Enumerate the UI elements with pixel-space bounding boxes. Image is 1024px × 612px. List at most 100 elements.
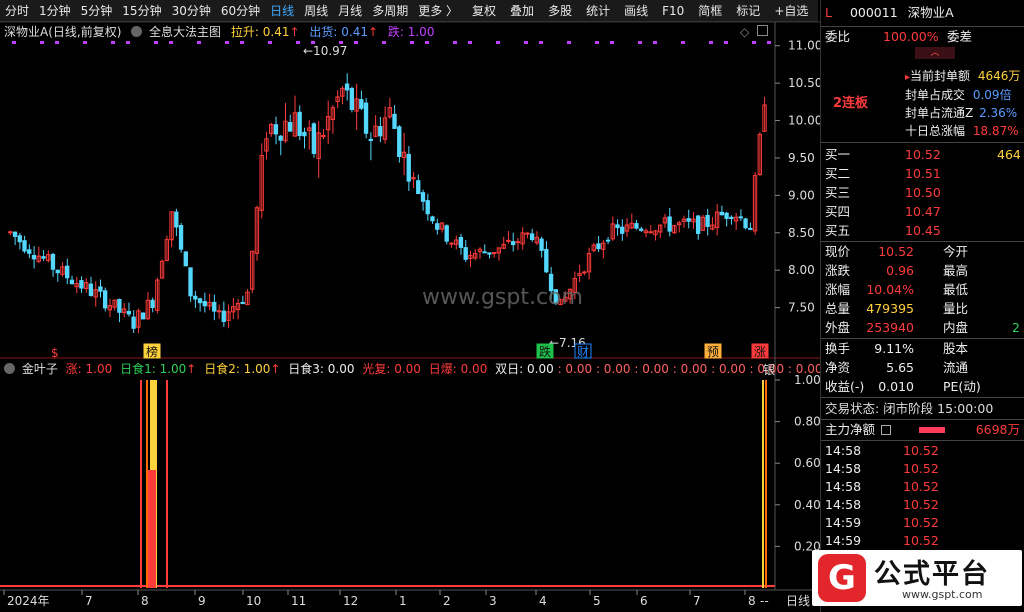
ten-day-value: 18.87% (972, 124, 1019, 138)
time-axis-label: 5 (593, 594, 601, 608)
marker-label: $ (51, 346, 59, 360)
ten-day-row: 十日总涨幅 18.87% (905, 122, 1019, 139)
candle-body (131, 316, 136, 329)
shuangri-value: 双日: 0.00 (495, 362, 554, 376)
candle-body (150, 299, 155, 308)
stat-label: 换手 (825, 341, 851, 356)
time-axis-label: 1 (399, 594, 407, 608)
quote-value: 2 (1012, 320, 1020, 335)
candle-body (297, 111, 302, 136)
buy-level-price: 10.51 (905, 166, 941, 181)
candle-body (582, 271, 587, 274)
signal-dot (767, 41, 771, 44)
signal-dot (595, 41, 599, 44)
signal-dot (496, 41, 500, 44)
signal-dot (83, 41, 87, 44)
sub-side-label: 银 (763, 363, 776, 377)
stat-label: 收益(-) (825, 379, 865, 394)
buy-level-label: 买三 (825, 185, 851, 200)
candle-body (140, 312, 146, 320)
weibi-label: 委比 (825, 29, 851, 44)
stat-label: 股本 (943, 341, 969, 356)
candle-body (510, 241, 516, 246)
signal-dot (524, 41, 528, 44)
buy-level-price: 10.52 (905, 147, 941, 162)
signal-dot (197, 41, 201, 44)
buy-level-row: 买四 10.47 (825, 203, 1020, 221)
quote-label: 涨幅 (825, 282, 851, 297)
collapse-chevron-icon[interactable]: ︿ (915, 47, 955, 59)
candle-body (240, 301, 245, 304)
tick-price: 10.52 (903, 443, 939, 458)
quote-label: 最低 (943, 282, 969, 297)
candle-body (719, 211, 725, 216)
price-axis-label: 9.50 (788, 151, 815, 165)
buy-level-label: 买一 (825, 147, 851, 162)
candle-body (311, 123, 317, 154)
time-axis-label: 3 (489, 594, 497, 608)
tick-time: 14:58 (825, 497, 862, 512)
candle-body (686, 218, 691, 222)
quote-value: 10.04% (866, 282, 914, 297)
price-axis-label: 7.50 (788, 301, 815, 315)
seal-deal-value: 0.09倍 (972, 88, 1012, 102)
stock-name: 深物业A (907, 5, 954, 20)
price-axis-label: 9.00 (788, 188, 815, 202)
indicator-dropdown-icon[interactable] (4, 363, 15, 374)
buy-level-row: 买二 10.51 (825, 165, 1020, 183)
seal-float-value: 2.36% (979, 106, 1018, 120)
seal-deal-row: 封单占成交 0.09倍 (905, 86, 1012, 103)
signal-dot (638, 41, 642, 44)
candle-body (278, 135, 283, 141)
candle-body (444, 225, 449, 242)
candle-body (183, 251, 188, 267)
seal-amount-label: 当前封单额 (910, 69, 971, 83)
candle-body (397, 126, 402, 157)
candle-body (174, 211, 179, 228)
quote-row: 涨跌 0.96 最高 (825, 262, 1020, 280)
signal-bar (151, 380, 155, 470)
candle-body (98, 286, 103, 292)
signal-dot (453, 41, 457, 44)
buy-level-price: 10.50 (905, 185, 941, 200)
sub-chart-header: 金叶子 涨: 1.00 日食1: 1.00↑ 日食2: 1.00↑ 日食3: 0… (4, 361, 822, 377)
candle-body (221, 310, 226, 322)
signal-dot (354, 41, 358, 44)
candle-body (420, 192, 426, 202)
candle-body (188, 267, 193, 297)
candle-body (539, 238, 544, 251)
candle-body (449, 242, 454, 245)
candle-body (430, 216, 435, 222)
candle-body (667, 216, 672, 232)
sub-indicator-name[interactable]: 金叶子 (22, 362, 58, 376)
candle-body (705, 214, 710, 227)
signal-spike (765, 380, 767, 588)
marker-label: 榜 (146, 344, 158, 359)
quote-label: 内盘 (943, 320, 969, 335)
main-net-bar (919, 427, 945, 433)
time-axis-label: 7 (693, 594, 701, 608)
signal-dot (567, 41, 571, 44)
signal-bar (148, 470, 156, 588)
price-axis-label: 10.50 (788, 76, 820, 90)
sub-axis-label: 0.60 (794, 456, 820, 470)
tick-time: 14:58 (825, 443, 862, 458)
candle-body (12, 231, 18, 237)
trade-state: 交易状态: 闭市阶段 15:00:00 (825, 401, 994, 416)
candle-body (321, 134, 326, 137)
list-icon[interactable] (881, 425, 891, 435)
signal-dot (709, 41, 713, 44)
quote-value: 253940 (866, 320, 914, 335)
candle-body (515, 241, 521, 244)
candle-body (620, 226, 625, 234)
kline-chart[interactable]: 11.00 10.50 10.00 9.50 9.00 8.50 8.00 7.50 ←10.9… (0, 0, 820, 612)
candle-body (212, 301, 217, 312)
price-axis-label: 10.00 (788, 114, 820, 128)
signal-dot (169, 41, 173, 44)
candle-body (202, 301, 207, 307)
candle-body (22, 240, 27, 252)
stat-row: 换手 9.11% 股本 (825, 340, 1020, 358)
signal-dot (724, 41, 728, 44)
candle-body (406, 153, 411, 182)
candle-body (634, 223, 639, 229)
